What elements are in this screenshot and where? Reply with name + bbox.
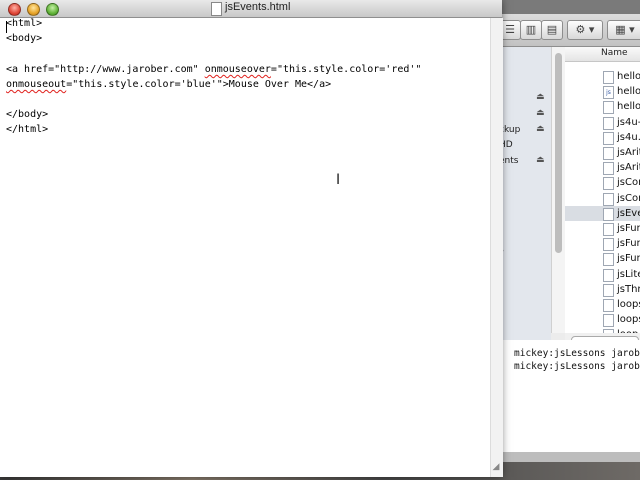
html-file-icon bbox=[603, 192, 614, 206]
editor-scrollbar[interactable] bbox=[490, 18, 503, 477]
title-bar[interactable]: jsEvents.html bbox=[0, 0, 502, 18]
terminal-line: mickey:jsLessons jarob bbox=[514, 348, 640, 359]
file-list-item[interactable]: jsThr bbox=[565, 282, 640, 297]
column-view-button[interactable]: ▥ bbox=[520, 20, 542, 40]
file-list-item[interactable]: jsArit bbox=[565, 160, 640, 176]
file-name: jsFun bbox=[617, 253, 640, 265]
finder-toolbar: ☰ ▥ ▤ ⚙ ▾ ▦ ▾ bbox=[481, 14, 640, 47]
code-line[interactable]: <html> bbox=[6, 18, 42, 29]
file-list-item[interactable]: hello bbox=[565, 99, 640, 115]
finder-window: ☰ ▥ ▤ ⚙ ▾ ▦ ▾ ⏏ ⏏ ckup ⏏ HD ents ⏏ s Nam… bbox=[480, 14, 640, 347]
terminal-footer bbox=[500, 452, 640, 462]
document-icon[interactable] bbox=[211, 2, 222, 16]
file-list-item[interactable]: js4u- bbox=[565, 115, 640, 130]
file-name: jsCon bbox=[617, 177, 640, 189]
file-list-item[interactable]: loops bbox=[565, 312, 640, 328]
file-name: jsFun bbox=[617, 238, 640, 250]
html-file-icon bbox=[603, 253, 614, 267]
html-file-icon bbox=[603, 162, 614, 176]
arrange-button[interactable]: ▦ ▾ bbox=[607, 20, 640, 40]
file-list-item[interactable]: jsCon bbox=[565, 191, 640, 206]
html-file-icon bbox=[603, 147, 614, 160]
file-list-item[interactable]: hello bbox=[565, 69, 640, 84]
html-file-icon bbox=[603, 101, 614, 115]
html-file-icon bbox=[603, 71, 614, 84]
file-name: hello bbox=[617, 101, 640, 113]
eject-icon[interactable]: ⏏ bbox=[536, 155, 545, 165]
text-editor-area[interactable]: <html> <body> <a href="http://www.jarobe… bbox=[0, 18, 490, 477]
html-file-icon bbox=[603, 177, 614, 191]
file-list-item[interactable]: jsFun bbox=[565, 221, 640, 236]
html-file-icon bbox=[603, 238, 614, 252]
file-name: hello bbox=[617, 86, 640, 98]
file-list-item[interactable]: loops bbox=[565, 297, 640, 312]
window-title: jsEvents.html bbox=[225, 1, 291, 13]
code-line[interactable]: <body> bbox=[6, 33, 42, 44]
text-caret bbox=[6, 21, 7, 33]
eject-icon[interactable]: ⏏ bbox=[536, 124, 545, 134]
file-name: jsArit bbox=[617, 162, 640, 174]
file-list-item[interactable]: jsFun bbox=[565, 236, 640, 252]
scrollbar-thumb[interactable] bbox=[555, 53, 562, 253]
code-line[interactable]: </body> bbox=[6, 109, 48, 120]
close-button[interactable] bbox=[8, 3, 21, 16]
action-gear-button[interactable]: ⚙ ▾ bbox=[567, 20, 603, 40]
cover-flow-button[interactable]: ▤ bbox=[541, 20, 563, 40]
file-name: jsCon bbox=[617, 192, 640, 204]
file-name: js4u- bbox=[617, 116, 640, 128]
textedit-window: jsEvents.html <html> <body> <a href="htt… bbox=[0, 0, 503, 477]
html-file-icon bbox=[603, 116, 614, 130]
terminal-line: mickey:jsLessons jarob bbox=[514, 361, 640, 372]
file-list-item[interactable]: jsEve bbox=[565, 205, 640, 221]
ibeam-cursor-icon: I bbox=[336, 172, 341, 188]
file-name: jsEve bbox=[617, 207, 640, 219]
file-list-item[interactable]: jsLite bbox=[565, 267, 640, 282]
zoom-button[interactable] bbox=[46, 3, 59, 16]
file-name: jsArit bbox=[617, 147, 640, 158]
file-name: jsThr bbox=[617, 283, 640, 295]
html-file-icon bbox=[603, 223, 614, 236]
js-file-icon: js bbox=[603, 86, 614, 100]
html-file-icon bbox=[603, 131, 614, 145]
code-line[interactable]: </html> bbox=[6, 124, 48, 135]
html-file-icon bbox=[603, 283, 614, 297]
finder-file-list: Name hellojshellohellojs4u-js4u.jsAritjs… bbox=[565, 47, 640, 333]
eject-icon[interactable]: ⏏ bbox=[536, 92, 545, 102]
code-line[interactable]: onmouseout="this.style.color='blue'">Mou… bbox=[6, 79, 331, 90]
file-name: hello bbox=[617, 71, 640, 82]
resize-grip-icon[interactable]: ◢ bbox=[490, 462, 502, 476]
file-name: loops bbox=[617, 299, 640, 310]
code-line[interactable]: <a href="http://www.jarober.com" onmouse… bbox=[6, 64, 421, 75]
name-column-header[interactable]: Name bbox=[565, 47, 640, 62]
html-file-icon bbox=[603, 268, 614, 282]
file-name: jsFun bbox=[617, 223, 640, 234]
html-file-icon bbox=[603, 299, 614, 312]
html-file-icon bbox=[603, 207, 614, 221]
file-list-item[interactable]: js hello bbox=[565, 84, 640, 100]
terminal-window[interactable]: mickey:jsLessons jarob mickey:jsLessons … bbox=[500, 340, 640, 462]
file-list-item[interactable]: jsCon bbox=[565, 175, 640, 191]
file-name: jsLite bbox=[617, 268, 640, 280]
eject-icon[interactable]: ⏏ bbox=[536, 108, 545, 118]
file-name: loops bbox=[617, 314, 640, 326]
file-name: js4u. bbox=[617, 131, 640, 143]
file-list-item[interactable]: jsFun bbox=[565, 251, 640, 267]
minimize-button[interactable] bbox=[27, 3, 40, 16]
file-list-item[interactable]: js4u. bbox=[565, 130, 640, 145]
file-list-item[interactable]: jsArit bbox=[565, 145, 640, 160]
html-file-icon bbox=[603, 314, 614, 328]
